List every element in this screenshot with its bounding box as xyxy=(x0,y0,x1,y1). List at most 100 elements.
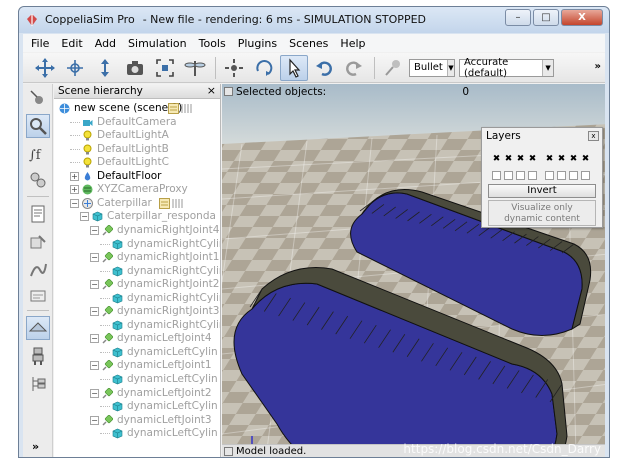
menu-help[interactable]: Help xyxy=(334,37,371,50)
simulation-settings-button[interactable] xyxy=(26,86,50,110)
layer-checkbox[interactable] xyxy=(545,171,554,180)
close-icon[interactable]: × xyxy=(207,84,216,98)
collections-button[interactable] xyxy=(26,168,50,192)
scene-object-properties-button[interactable] xyxy=(26,114,50,138)
layer-checkbox[interactable]: ✖ xyxy=(557,155,566,165)
tree-row[interactable]: dynamicLeftCylin xyxy=(54,427,220,440)
layer-checkbox[interactable]: ✖ xyxy=(569,155,578,165)
collapse-icon[interactable]: − xyxy=(90,280,99,290)
tree-row[interactable]: dynamicRightCylin xyxy=(54,238,220,251)
scene-hierarchy-button[interactable] xyxy=(26,372,50,396)
menu-simulation[interactable]: Simulation xyxy=(122,37,193,50)
collapse-icon[interactable]: − xyxy=(70,198,79,208)
expand-icon[interactable]: + xyxy=(70,185,79,195)
customization-tag-icon[interactable] xyxy=(181,103,192,114)
tree-row[interactable]: dynamicLeftCylin xyxy=(54,400,220,413)
menu-file[interactable]: File xyxy=(25,37,55,50)
collapse-icon[interactable]: − xyxy=(90,361,99,371)
visualize-dynamic-button[interactable]: Visualize only dynamic content xyxy=(488,200,596,226)
object-rotate-button[interactable] xyxy=(250,55,278,81)
tree-row[interactable]: − dynamicRightJoint1 xyxy=(54,251,220,264)
layer-checkbox[interactable] xyxy=(569,171,578,180)
layer-checkbox[interactable]: ✖ xyxy=(545,155,554,165)
shape-edit-button[interactable] xyxy=(26,230,50,254)
menu-add[interactable]: Add xyxy=(89,37,122,50)
minimize-button[interactable]: – xyxy=(505,9,531,26)
collapse-icon[interactable]: − xyxy=(90,415,99,425)
tree-row[interactable]: DefaultLightC xyxy=(54,156,220,169)
dynamics-toggle-button[interactable] xyxy=(379,55,407,81)
collapse-icon[interactable]: − xyxy=(90,307,99,317)
maximize-button[interactable]: □ xyxy=(533,9,559,26)
layer-checkbox[interactable]: ✖ xyxy=(528,155,537,165)
layer-checkbox[interactable]: ✖ xyxy=(581,155,590,165)
menu-tools[interactable]: Tools xyxy=(193,37,232,50)
undo-button[interactable] xyxy=(310,55,338,81)
tree-row[interactable]: − dynamicLeftJoint3 xyxy=(54,414,220,427)
fit-to-view-button[interactable] xyxy=(151,55,179,81)
script-tag-icon[interactable] xyxy=(168,103,179,114)
path-edit-button[interactable] xyxy=(26,258,50,282)
physics-engine-select[interactable]: Bullet ▼ xyxy=(409,58,455,77)
collapse-toolbar-button[interactable]: » xyxy=(32,440,39,453)
title-bar[interactable]: CoppeliaSim Pro - New file - rendering: 6… xyxy=(19,7,609,33)
layer-checkbox[interactable]: ✖ xyxy=(492,155,501,165)
accuracy-select[interactable]: Accurate (default) ▼ xyxy=(459,57,554,79)
layer-checkbox[interactable] xyxy=(504,171,513,180)
collapse-icon[interactable]: − xyxy=(90,334,99,344)
layer-checkbox[interactable] xyxy=(581,171,590,180)
select-button[interactable] xyxy=(280,54,308,81)
tree-row[interactable]: DefaultLightB xyxy=(54,143,220,156)
camera-fly-button[interactable] xyxy=(181,55,209,81)
layer-checkbox[interactable] xyxy=(557,171,566,180)
layer-checkbox[interactable]: ✖ xyxy=(516,155,525,165)
close-icon[interactable]: x xyxy=(588,131,599,141)
close-button[interactable]: X xyxy=(561,9,603,26)
collapse-icon[interactable]: − xyxy=(90,253,99,263)
collapse-icon[interactable]: − xyxy=(90,225,99,235)
tree-row[interactable]: − dynamicRightJoint3 xyxy=(54,305,220,318)
tree-row[interactable]: new scene (scene 1) xyxy=(54,102,220,115)
redo-button[interactable] xyxy=(340,55,368,81)
tree-row[interactable]: − dynamicLeftJoint1 xyxy=(54,359,220,372)
tree-row[interactable]: + DefaultFloor xyxy=(54,170,220,183)
camera-pan-button[interactable] xyxy=(31,55,59,81)
tree-row[interactable]: − dynamicLeftJoint4 xyxy=(54,332,220,345)
tree-row[interactable]: dynamicRightCylin xyxy=(54,292,220,305)
camera-angle-button[interactable] xyxy=(121,55,149,81)
expand-icon[interactable]: + xyxy=(70,171,79,181)
model-browser-button[interactable] xyxy=(26,344,50,368)
selection-button[interactable] xyxy=(26,284,50,308)
tree-row[interactable]: − Caterpillar xyxy=(54,197,220,210)
tree-row[interactable]: DefaultLightA xyxy=(54,129,220,142)
calculation-modules-button[interactable]: ∫f xyxy=(26,142,50,166)
tree-row[interactable]: dynamicLeftCylin xyxy=(54,373,220,386)
layer-checkbox[interactable] xyxy=(516,171,525,180)
scripts-button[interactable] xyxy=(26,202,50,226)
collapse-icon[interactable]: − xyxy=(80,212,89,222)
camera-rotate-button[interactable] xyxy=(61,55,89,81)
collapse-icon[interactable]: − xyxy=(90,388,99,398)
customization-tag-icon[interactable] xyxy=(172,198,183,209)
tree-row[interactable]: dynamicRightCylin xyxy=(54,319,220,332)
tree-row[interactable]: DefaultCamera xyxy=(54,116,220,129)
toolbar-overflow-button[interactable]: » xyxy=(595,61,601,72)
status-toggle[interactable] xyxy=(224,447,233,456)
tree-row[interactable]: dynamicLeftCylin xyxy=(54,346,220,359)
menu-plugins[interactable]: Plugins xyxy=(232,37,283,50)
tree-row[interactable]: dynamicRightCylin xyxy=(54,265,220,278)
layer-checkbox[interactable]: ✖ xyxy=(504,155,513,165)
scene-viewport[interactable]: Selected objects: 0 Layers x ✖ ✖ ✖ ✖ ✖ ✖ ✖ ✖ In… xyxy=(222,84,605,457)
script-tag-icon[interactable] xyxy=(159,197,170,209)
menu-scenes[interactable]: Scenes xyxy=(283,37,334,50)
camera-shift-button[interactable] xyxy=(91,55,119,81)
layer-checkbox[interactable] xyxy=(492,171,501,180)
tree-row[interactable]: − dynamicRightJoint4 xyxy=(54,224,220,237)
invert-button[interactable]: Invert xyxy=(488,184,596,198)
tree-row[interactable]: − dynamicRightJoint2 xyxy=(54,278,220,291)
layers-button[interactable] xyxy=(26,316,50,340)
menu-edit[interactable]: Edit xyxy=(55,37,88,50)
tree-row[interactable]: − Caterpillar_responda xyxy=(54,210,220,223)
tree-row[interactable]: − dynamicLeftJoint2 xyxy=(54,387,220,400)
object-shift-button[interactable] xyxy=(220,55,248,81)
